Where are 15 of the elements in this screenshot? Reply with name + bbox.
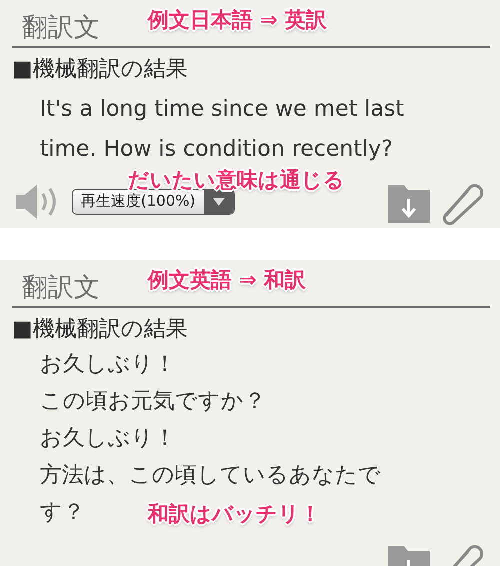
translation-line: 方法は、この頃しているあなたで	[40, 462, 381, 490]
translation-line: お久しぶり！	[40, 351, 176, 379]
translation-text: It's a long time since we met last time. How is condition recently?	[40, 96, 406, 164]
section-heading: ■機械翻訳の結果	[12, 56, 189, 84]
translation-line: す？	[40, 499, 85, 527]
translation-line: この頃お元気ですか？	[40, 388, 266, 416]
annotation-caption: 例文英語 ⇒ 和訳	[148, 267, 306, 294]
playback-speed-select[interactable]: 再生速度(100%)	[72, 189, 235, 215]
translation-line: お久しぶり！	[40, 425, 176, 453]
section-heading: ■機械翻訳の結果	[12, 316, 189, 344]
annotation-caption: 例文日本語 ⇒ 英訳	[148, 7, 328, 34]
caret-icon	[212, 198, 225, 206]
panel-title: 翻訳文	[22, 272, 100, 305]
annotation-caption: 和訳はバッチリ！	[148, 501, 321, 528]
panel-title: 翻訳文	[22, 12, 100, 45]
